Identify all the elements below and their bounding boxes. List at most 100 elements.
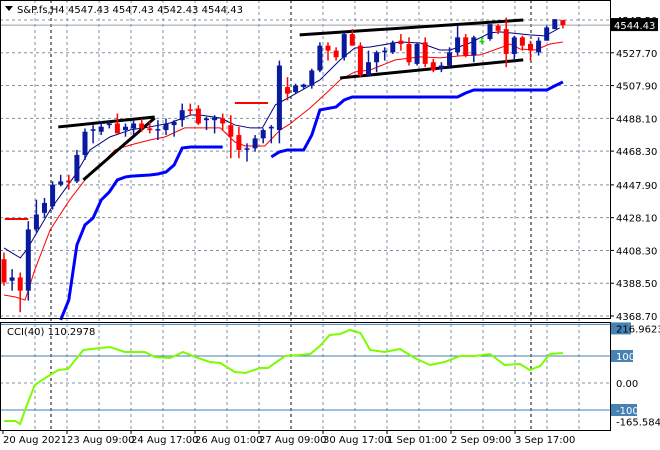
candle (438, 62, 444, 73)
candle-body (139, 123, 145, 129)
candle-body (276, 65, 282, 131)
candle-body (511, 37, 517, 54)
candle (25, 221, 31, 301)
candle-body (114, 123, 120, 134)
price-tick-label: 4507.90 (616, 82, 657, 93)
price-tick-label: 4388.50 (616, 279, 657, 290)
candle (50, 181, 56, 210)
candle-body (285, 87, 290, 94)
candle-body (1, 259, 7, 283)
grid (0, 0, 610, 430)
candle-body (260, 130, 266, 139)
candle (406, 37, 412, 66)
candle-body (293, 85, 299, 93)
candle-body (50, 184, 56, 207)
candle-body (195, 108, 201, 124)
candle-body (519, 37, 525, 46)
candle (74, 149, 80, 184)
candle (382, 47, 388, 61)
candle-body (317, 45, 323, 71)
time-label: 20 Aug 2021 (3, 435, 67, 446)
cci-pane-frame (0, 322, 611, 431)
time-label: 2 Sep 09:00 (451, 435, 511, 446)
candle-body (268, 126, 274, 129)
cci-tick-label: -165.584 (616, 418, 660, 429)
candle-body (74, 154, 80, 182)
cci-title: CCI(40) 110.2978 (7, 327, 95, 338)
candle-body (66, 180, 72, 183)
time-label: 1 Sep 01:00 (387, 435, 447, 446)
price-tick-label: 4447.90 (616, 181, 657, 192)
candle-body (171, 121, 177, 126)
candle (123, 123, 128, 137)
candle-body (341, 34, 347, 58)
candle (552, 19, 558, 30)
time-label: 24 Aug 17:00 (131, 435, 198, 446)
candle (90, 125, 96, 144)
candle (519, 35, 525, 51)
candle-body (90, 129, 96, 131)
candle (260, 128, 266, 144)
candle-body (236, 135, 242, 150)
symbol-label: S&P.fs,H4 (17, 5, 65, 16)
candle-body (438, 65, 444, 69)
candle-body (179, 110, 185, 121)
price-tick-label: 4468.30 (616, 147, 657, 158)
candle-body (9, 277, 15, 281)
candle (212, 115, 218, 134)
candle (390, 40, 396, 54)
candle-body (33, 214, 39, 230)
price-tick-label: 4368.70 (616, 312, 657, 323)
candle-body (447, 52, 452, 66)
candle (487, 24, 493, 41)
dropdown-triangle-icon[interactable] (5, 6, 13, 11)
candle-body (155, 129, 161, 131)
candle (341, 32, 347, 61)
time-label: 23 Aug 09:00 (67, 435, 134, 446)
candle (333, 47, 339, 61)
candle (276, 60, 282, 144)
axes: 4547.504527.704507.904488.104468.304447.… (2, 16, 660, 446)
price-tick-label: 4428.10 (616, 214, 657, 225)
candle-body (42, 202, 47, 213)
candle-body (414, 44, 420, 64)
price-tick-label: 4408.30 (616, 246, 657, 257)
candle-body (374, 52, 380, 63)
candle (366, 50, 371, 76)
candle (528, 40, 533, 61)
price-tick-label: 4527.70 (616, 49, 657, 60)
candle-body (422, 42, 428, 64)
candle-body (163, 123, 169, 131)
candle (42, 197, 47, 218)
candle-body (228, 125, 234, 137)
candle-body (58, 181, 64, 185)
candle-body (528, 44, 533, 51)
time-label: 27 Aug 09:00 (259, 435, 326, 446)
candle (17, 272, 23, 313)
candle (155, 120, 161, 141)
candle (163, 118, 169, 136)
candle-body (349, 34, 355, 46)
candle (58, 174, 64, 187)
candle-body (471, 37, 477, 56)
ohlc-readout: 4547.43 4547.43 4542.43 4544.43 (68, 5, 243, 16)
time-label: 3 Sep 17:00 (515, 435, 575, 446)
candle-body (463, 37, 469, 56)
candle-body (479, 40, 485, 43)
candle (317, 42, 323, 73)
candle-body (455, 37, 461, 53)
candle (544, 25, 550, 41)
candle-body (495, 25, 501, 31)
candle (414, 42, 420, 66)
candle (325, 42, 331, 61)
price-chart[interactable]: 4547.504527.704507.904488.104468.304447.… (0, 0, 660, 450)
candle (195, 105, 201, 126)
candle-body (536, 40, 542, 53)
candle-body (390, 42, 396, 53)
cci-tick-label: 100 (616, 352, 635, 363)
candle (430, 58, 436, 73)
candle-body (398, 40, 404, 45)
candle-body (244, 148, 250, 150)
slow-ma-line (3, 41, 563, 301)
candle-body (98, 126, 104, 132)
